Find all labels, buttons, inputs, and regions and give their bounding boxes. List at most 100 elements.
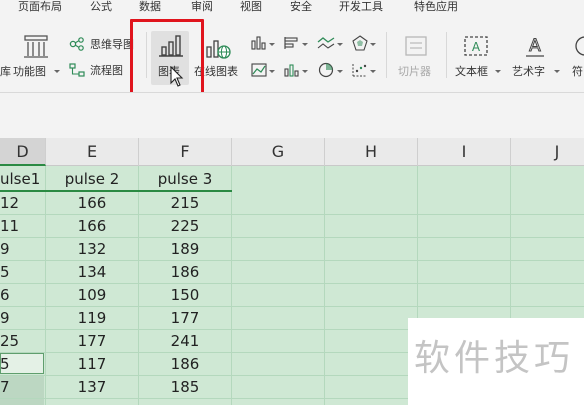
header-cell-f[interactable]: pulse 3 [139, 168, 231, 190]
cell-f[interactable]: 225 [139, 215, 231, 237]
header-cell-e[interactable]: pulse 2 [46, 168, 138, 190]
online-chart-icon[interactable] [204, 35, 232, 61]
column-chart-icon[interactable] [251, 36, 267, 50]
column-header-g[interactable]: G [232, 138, 325, 166]
cell-e[interactable]: 137 [46, 376, 138, 398]
area-chart-icon[interactable] [251, 63, 267, 77]
cell-d[interactable]: 25 [0, 330, 19, 352]
cell-e[interactable]: 117 [46, 353, 138, 375]
menu-tab-features[interactable]: 特色应用 [414, 0, 458, 14]
symbol-button[interactable]: 符 [572, 65, 583, 78]
column-letter: H [364, 142, 378, 161]
cell-f[interactable]: 241 [139, 330, 231, 352]
radar-chart-icon[interactable] [352, 35, 368, 51]
watermark-text: 软件技巧 [414, 338, 575, 379]
column-header-j[interactable]: J [511, 138, 584, 166]
cell-f[interactable]: 185 [139, 376, 231, 398]
cell-e[interactable]: 109 [46, 284, 138, 306]
formula-area [0, 93, 584, 138]
mind-map-button[interactable]: 思维导图 [90, 38, 134, 51]
cell-f[interactable]: 189 [139, 238, 231, 260]
slicer-button: 切片器 [398, 65, 431, 78]
ribbon-divider [386, 32, 387, 78]
bar-chart-dropdown-icon[interactable] [302, 43, 308, 46]
combo-chart-icon[interactable] [284, 63, 300, 77]
mouse-cursor-icon [170, 66, 184, 87]
cell-e[interactable]: 177 [46, 330, 138, 352]
mind-map-icon[interactable] [69, 37, 85, 51]
scatter-chart-icon[interactable] [352, 63, 368, 77]
text-box-icon[interactable]: A [462, 34, 490, 60]
menu-tab-data[interactable]: 数据 [139, 0, 161, 14]
cell-d[interactable]: 7 [0, 376, 10, 398]
cell-e[interactable]: 119 [46, 307, 138, 329]
menu-bar: 页面布局 公式 数据 审阅 视图 安全 开发工具 特色应用 [0, 0, 584, 17]
cell-f[interactable]: 186 [139, 261, 231, 283]
column-header-f[interactable]: F [139, 138, 232, 166]
column-header-d[interactable]: D [0, 138, 46, 166]
word-art-dropdown-icon[interactable] [554, 70, 560, 73]
pie-chart-dropdown-icon[interactable] [337, 70, 343, 73]
gallery-label[interactable]: 库 [0, 65, 11, 78]
menu-tab-developer[interactable]: 开发工具 [339, 0, 383, 14]
svg-text:A: A [472, 40, 481, 54]
column-chart-dropdown-icon[interactable] [269, 43, 275, 46]
cell-d[interactable]: 9 [0, 238, 10, 260]
cell-d[interactable]: 5 [0, 353, 10, 375]
column-header-h[interactable]: H [325, 138, 418, 166]
svg-text:A: A [529, 36, 541, 56]
menu-tab-formulas[interactable]: 公式 [90, 0, 112, 14]
column-header-i[interactable]: I [418, 138, 511, 166]
flowchart-icon[interactable] [69, 63, 85, 77]
column-letter: F [180, 142, 190, 161]
gridline [231, 166, 232, 405]
column-header-row: D E F G H I J [0, 138, 584, 166]
cell-f[interactable]: 177 [139, 307, 231, 329]
cell-f[interactable]: 150 [139, 284, 231, 306]
cell-e[interactable]: 166 [46, 215, 138, 237]
column-letter: D [16, 142, 29, 161]
radar-chart-dropdown-icon[interactable] [370, 43, 376, 46]
cell-f[interactable]: 215 [139, 192, 231, 214]
selected-cell[interactable] [0, 399, 44, 405]
symbol-icon[interactable] [572, 34, 584, 60]
header-cell-d[interactable]: ulse1 [0, 168, 40, 190]
cell-d[interactable]: 12 [0, 192, 19, 214]
menu-tab-page-layout[interactable]: 页面布局 [18, 0, 62, 14]
column-letter: J [554, 142, 560, 161]
combo-chart-dropdown-icon[interactable] [302, 70, 308, 73]
area-chart-dropdown-icon[interactable] [269, 70, 275, 73]
menu-tab-review[interactable]: 审阅 [191, 0, 213, 14]
bar-chart-horizontal-icon[interactable] [284, 36, 300, 50]
line-chart-dropdown-icon[interactable] [337, 43, 343, 46]
cell-e[interactable]: 134 [46, 261, 138, 283]
flowchart-button[interactable]: 流程图 [90, 64, 123, 77]
cell-f[interactable]: 186 [139, 353, 231, 375]
column-letter: G [271, 142, 285, 161]
pie-chart-icon[interactable] [318, 62, 334, 78]
scatter-chart-dropdown-icon[interactable] [370, 70, 376, 73]
gridline [324, 166, 325, 405]
word-art-icon[interactable]: A [521, 34, 549, 60]
ribbon-toolbar [0, 17, 584, 92]
ribbon-divider [446, 32, 447, 78]
cell-d[interactable]: 6 [0, 284, 10, 306]
cell-e[interactable]: 166 [46, 192, 138, 214]
function-chart-icon[interactable] [22, 34, 50, 60]
text-box-dropdown-icon[interactable] [495, 70, 501, 73]
column-header-e[interactable]: E [46, 138, 139, 166]
menu-tab-security[interactable]: 安全 [290, 0, 312, 14]
line-chart-icon[interactable] [317, 36, 335, 50]
column-letter: E [86, 142, 98, 161]
function-chart-button[interactable]: 功能图 [13, 65, 46, 78]
text-box-button[interactable]: 文本框 [455, 65, 488, 78]
cell-d[interactable]: 9 [0, 307, 10, 329]
cell-d[interactable]: 11 [0, 215, 19, 237]
function-chart-dropdown-icon[interactable] [54, 70, 60, 73]
column-letter: I [461, 142, 467, 161]
menu-tab-view[interactable]: 视图 [240, 0, 262, 14]
cell-d[interactable]: 5 [0, 261, 10, 283]
chart-button-highlight [130, 19, 204, 95]
word-art-button[interactable]: 艺术字 [512, 65, 545, 78]
cell-e[interactable]: 132 [46, 238, 138, 260]
